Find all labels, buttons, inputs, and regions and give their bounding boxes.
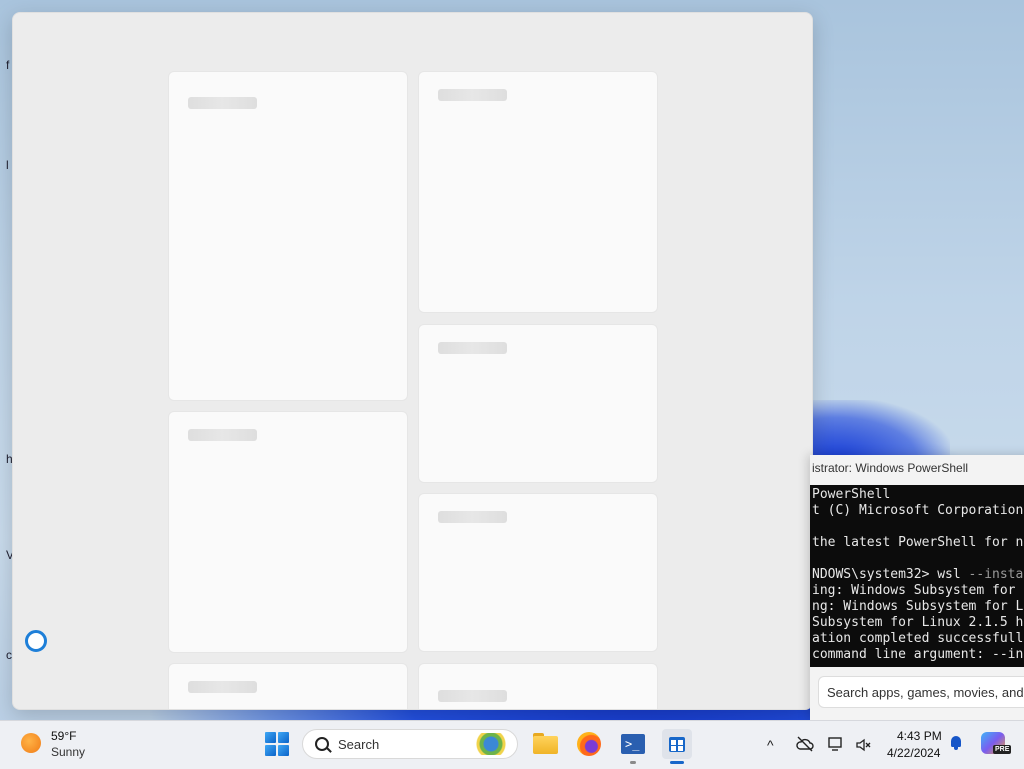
skeleton-card xyxy=(418,493,658,652)
active-indicator xyxy=(670,761,684,764)
loading-spinner-icon xyxy=(25,630,47,652)
copilot-preview-badge: PRE xyxy=(993,745,1012,754)
console-line: ng: Windows Subsystem for L xyxy=(812,599,1024,614)
skeleton-title-bar xyxy=(438,89,507,101)
display-icon[interactable] xyxy=(828,736,844,752)
skeleton-title-bar xyxy=(188,681,257,693)
clock-date[interactable]: 4/22/2024 xyxy=(887,746,940,760)
search-label: Search xyxy=(338,737,380,752)
skeleton-card xyxy=(168,71,408,401)
speaker-muted-icon[interactable] xyxy=(855,737,871,753)
clock-time[interactable]: 4:43 PM xyxy=(897,729,942,743)
console-line: NDOWS\system32> wsl --insta xyxy=(812,567,1024,582)
powershell-button[interactable]: >_ xyxy=(619,730,647,758)
windows-logo-icon xyxy=(278,732,289,743)
weather-temperature[interactable]: 59°F xyxy=(51,729,76,743)
powershell-icon: >_ xyxy=(621,734,645,754)
console-line: ation completed successfull xyxy=(812,631,1024,646)
skeleton-title-bar xyxy=(438,342,507,354)
skeleton-card xyxy=(168,411,408,653)
taskbar-search[interactable]: Search xyxy=(302,729,518,759)
skeleton-title-bar xyxy=(438,690,507,702)
cloud-offline-icon[interactable] xyxy=(796,736,814,752)
chevron-up-icon[interactable]: ^ xyxy=(767,737,774,753)
search-icon xyxy=(315,737,329,751)
skeleton-card xyxy=(418,324,658,483)
console-line: ing: Windows Subsystem for xyxy=(812,583,1024,598)
skeleton-title-bar xyxy=(188,97,257,109)
powershell-window[interactable]: istrator: Windows PowerShell PowerShell … xyxy=(810,455,1024,720)
sun-icon[interactable] xyxy=(21,733,41,753)
running-indicator xyxy=(630,761,636,764)
window-title: istrator: Windows PowerShell xyxy=(812,461,969,475)
store-window[interactable] xyxy=(12,12,813,710)
firefox-icon xyxy=(577,732,601,756)
wallpaper-bloom-edge xyxy=(790,400,950,460)
console-line: t (C) Microsoft Corporation xyxy=(812,503,1024,518)
skeleton-card xyxy=(168,663,408,709)
file-explorer-button[interactable] xyxy=(532,730,560,758)
search-highlight-icon xyxy=(469,733,513,755)
skeleton-title-bar xyxy=(438,511,507,523)
windows-logo-icon xyxy=(265,745,276,756)
folder-icon xyxy=(533,736,558,754)
weather-condition[interactable]: Sunny xyxy=(51,745,85,759)
windows-logo-icon xyxy=(278,745,289,756)
skeleton-card xyxy=(418,71,658,313)
desktop-icon-label: l xyxy=(6,158,9,172)
desktop-icon-label: f xyxy=(6,58,10,72)
windows-logo-icon xyxy=(265,732,276,743)
console-line: command line argument: --in xyxy=(812,647,1024,662)
microsoft-store-button[interactable] xyxy=(662,729,692,759)
start-button[interactable] xyxy=(264,730,292,758)
console-line: Subsystem for Linux 2.1.5 h xyxy=(812,615,1024,630)
store-search-input[interactable]: Search apps, games, movies, and xyxy=(818,676,1024,708)
skeleton-title-bar xyxy=(188,429,257,441)
console-line: the latest PowerShell for n xyxy=(812,535,1024,550)
skeleton-card xyxy=(418,663,658,709)
console-line: PowerShell xyxy=(812,487,891,502)
firefox-button[interactable] xyxy=(575,730,603,758)
store-icon xyxy=(669,737,685,752)
console-output[interactable]: PowerShell t (C) Microsoft Corporation t… xyxy=(810,485,1024,667)
notification-bell-icon[interactable] xyxy=(949,736,963,750)
